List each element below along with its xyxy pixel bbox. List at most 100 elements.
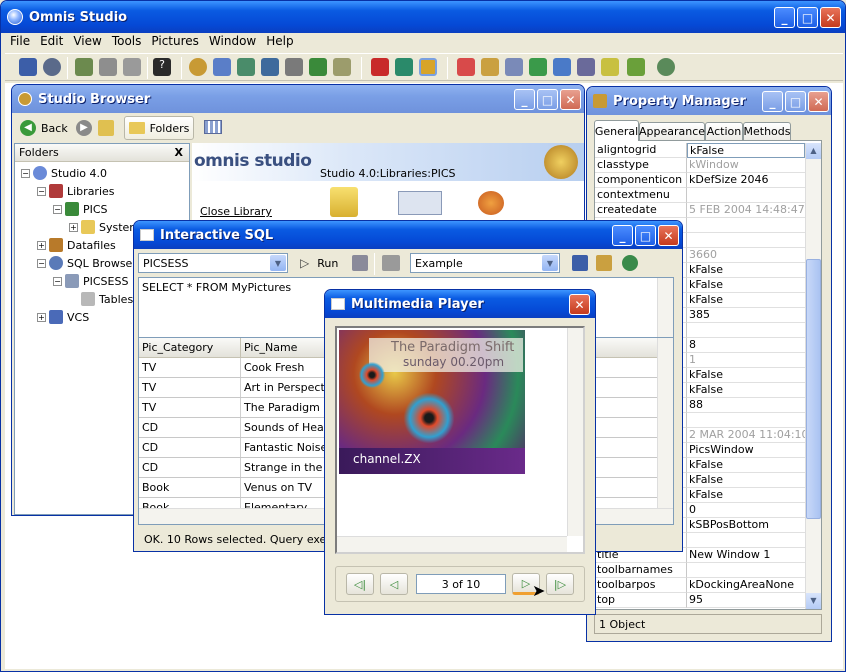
- tree-system[interactable]: + System: [69, 220, 140, 234]
- tab-action[interactable]: Action: [705, 122, 743, 140]
- doc-icon-8[interactable]: [627, 58, 645, 76]
- property-value[interactable]: kFalse: [687, 458, 805, 473]
- menu-window[interactable]: Window: [204, 34, 261, 48]
- property-value[interactable]: 3660: [687, 248, 805, 263]
- menu-tools[interactable]: Tools: [107, 34, 147, 48]
- scroll-thumb[interactable]: [806, 259, 821, 519]
- property-value[interactable]: kDefSize 2046: [687, 173, 805, 188]
- tab-methods[interactable]: Methods: [743, 122, 791, 140]
- tools-icon[interactable]: [285, 58, 303, 76]
- doc-icon-3[interactable]: [505, 58, 523, 76]
- component-store-icon[interactable]: [237, 58, 255, 76]
- property-value[interactable]: 5 FEB 2004 14:48:47: [687, 203, 805, 218]
- tracelog-icon[interactable]: [333, 58, 351, 76]
- folders-button[interactable]: Folders: [124, 116, 194, 140]
- property-value[interactable]: [687, 323, 805, 338]
- tree-studio[interactable]: − Studio 4.0: [21, 166, 107, 180]
- tree-vcs[interactable]: + VCS: [37, 310, 89, 324]
- chevron-down-icon[interactable]: ▼: [542, 255, 558, 271]
- property-name[interactable]: top: [595, 593, 687, 608]
- browser-maximize-button[interactable]: □: [537, 89, 558, 110]
- browser-icon[interactable]: [189, 58, 207, 76]
- property-value[interactable]: 88: [687, 398, 805, 413]
- property-scrollbar[interactable]: ▲ ▼: [805, 143, 821, 609]
- collapse-icon[interactable]: −: [21, 168, 30, 178]
- find-icon[interactable]: [75, 58, 93, 76]
- session-select[interactable]: PICSESS ▼: [138, 253, 288, 273]
- collapse-icon[interactable]: −: [53, 276, 62, 286]
- forward-icon[interactable]: ▶: [76, 120, 92, 136]
- property-name[interactable]: createdate: [595, 203, 687, 218]
- menu-pictures[interactable]: Pictures: [146, 34, 204, 48]
- chevron-down-icon[interactable]: ▼: [270, 255, 286, 271]
- property-name[interactable]: classtype: [595, 158, 687, 173]
- property-value[interactable]: kFalse: [687, 263, 805, 278]
- property-value[interactable]: [687, 188, 805, 203]
- property-value[interactable]: [687, 413, 805, 428]
- property-value[interactable]: 2 MAR 2004 11:04:10: [687, 428, 805, 443]
- tree-picsess[interactable]: − PICSESS: [53, 274, 128, 288]
- window-class-icon[interactable]: [398, 191, 442, 215]
- context-help-icon[interactable]: ?: [153, 58, 171, 76]
- last-button[interactable]: |▷: [546, 573, 574, 595]
- save-icon[interactable]: [19, 58, 37, 76]
- view-options-icon[interactable]: [204, 120, 222, 134]
- media-hscroll[interactable]: [337, 536, 567, 552]
- record-icon[interactable]: [371, 58, 389, 76]
- collapse-icon[interactable]: −: [53, 204, 62, 214]
- property-value[interactable]: kFalse: [687, 278, 805, 293]
- property-value[interactable]: [687, 233, 805, 248]
- example-select[interactable]: Example ▼: [410, 253, 560, 273]
- property-value[interactable]: kDockingAreaNone: [687, 578, 805, 593]
- property-value[interactable]: kFalse: [687, 368, 805, 383]
- property-value[interactable]: kFalse: [687, 293, 805, 308]
- maximize-button[interactable]: □: [797, 7, 818, 28]
- tab-general[interactable]: General: [594, 120, 639, 141]
- property-value[interactable]: PicsWindow: [687, 443, 805, 458]
- property-value[interactable]: 0: [687, 503, 805, 518]
- tree-tables[interactable]: Tables: [81, 292, 133, 306]
- property-value[interactable]: 385: [687, 308, 805, 323]
- tab-appearance[interactable]: Appearance: [639, 122, 705, 140]
- collapse-icon[interactable]: −: [37, 186, 46, 196]
- wand-icon[interactable]: [352, 255, 368, 271]
- results-vscroll[interactable]: [657, 338, 673, 508]
- pm-minimize-button[interactable]: _: [762, 91, 783, 112]
- screen-icon[interactable]: [395, 58, 413, 76]
- user-icon[interactable]: [657, 58, 675, 76]
- print-icon[interactable]: [382, 255, 400, 271]
- doc-icon-6[interactable]: [577, 58, 595, 76]
- property-value[interactable]: kFalse: [687, 383, 805, 398]
- print-icon[interactable]: [123, 58, 141, 76]
- picture-icon[interactable]: [419, 58, 437, 76]
- pm-close-button[interactable]: ✕: [808, 91, 829, 112]
- close-folders-button[interactable]: X: [175, 146, 183, 159]
- doc-icon-7[interactable]: [601, 58, 619, 76]
- property-value[interactable]: [687, 533, 805, 548]
- expand-icon[interactable]: +: [69, 222, 78, 232]
- first-button[interactable]: ◁|: [346, 573, 374, 595]
- doc-icon-1[interactable]: [457, 58, 475, 76]
- sql-close-button[interactable]: ✕: [658, 225, 679, 246]
- property-value[interactable]: 95: [687, 593, 805, 608]
- scroll-down-arrow[interactable]: ▼: [806, 593, 821, 609]
- doc-icon-4[interactable]: [529, 58, 547, 76]
- property-value[interactable]: [687, 563, 805, 578]
- doc-icon-5[interactable]: [553, 58, 571, 76]
- minimize-button[interactable]: _: [774, 7, 795, 28]
- scroll-up-arrow[interactable]: ▲: [806, 143, 821, 159]
- tree-sql-browser[interactable]: − SQL Browser: [37, 256, 137, 270]
- property-name[interactable]: toolbarnames: [595, 563, 687, 578]
- run-button[interactable]: ▷ Run: [300, 253, 338, 273]
- search-class-icon[interactable]: [478, 191, 504, 215]
- property-value[interactable]: kFalse: [687, 143, 805, 158]
- previous-button[interactable]: ◁: [380, 573, 408, 595]
- menu-help[interactable]: Help: [261, 34, 298, 48]
- property-value[interactable]: 1: [687, 353, 805, 368]
- close-button[interactable]: ✕: [820, 7, 841, 28]
- property-value[interactable]: kSBPosBottom: [687, 518, 805, 533]
- method-editor-icon[interactable]: [261, 58, 279, 76]
- doc-icon-2[interactable]: [481, 58, 499, 76]
- history-icon[interactable]: [622, 255, 638, 271]
- browser-close-button[interactable]: ✕: [560, 89, 581, 110]
